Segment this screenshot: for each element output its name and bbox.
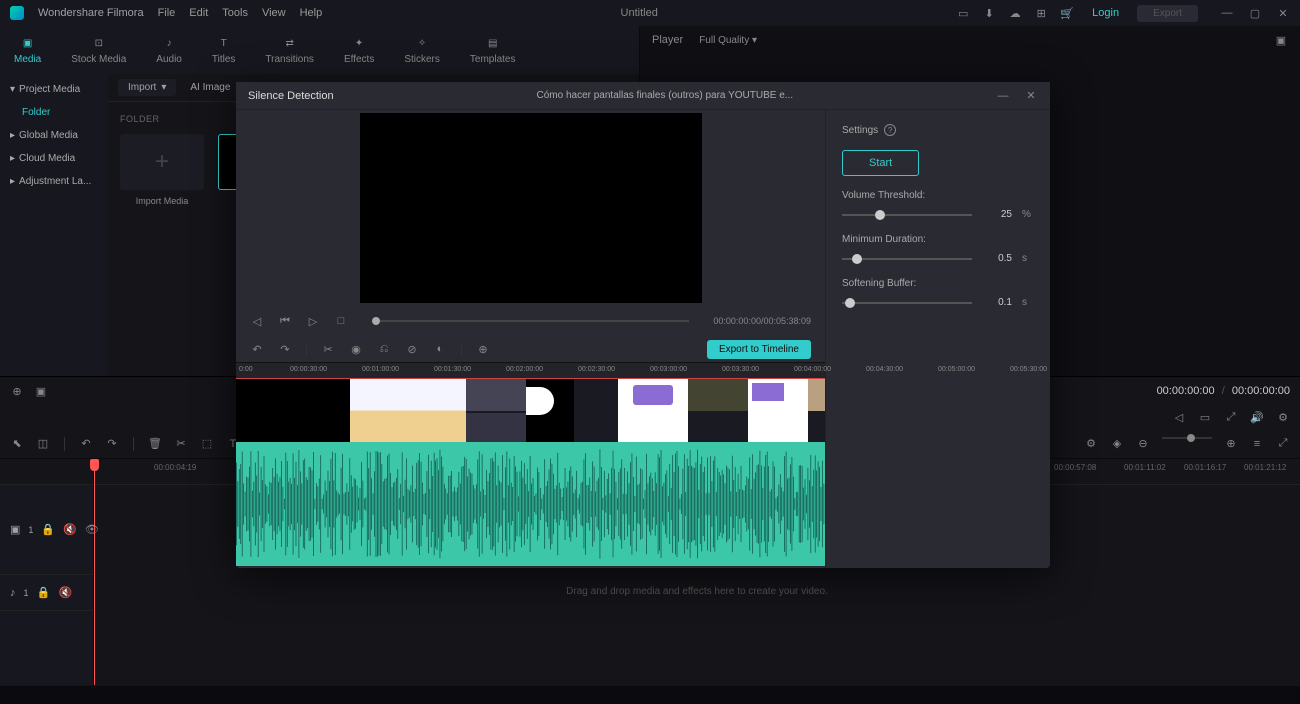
link-icon[interactable]: ⎌ <box>377 342 391 356</box>
settings-label: Settings ? <box>842 124 1034 136</box>
export-to-timeline-button[interactable]: Export to Timeline <box>707 340 811 359</box>
play-icon[interactable]: ▷ <box>306 314 320 328</box>
step-back-icon[interactable]: ⏮ <box>278 314 292 328</box>
dialog-close-icon[interactable]: ✕ <box>1024 89 1038 103</box>
thumbnails-strip[interactable] <box>236 378 825 442</box>
threshold-value[interactable]: 25 <box>982 209 1012 220</box>
add-marker-icon[interactable]: ⊕ <box>476 342 490 356</box>
duration-slider[interactable] <box>842 258 972 260</box>
preview-controls: ◁ ⏮ ▷ □ 00:00:00:00/00:05:38:09 <box>236 306 825 336</box>
progress-bar[interactable] <box>372 320 689 322</box>
cut-icon[interactable]: ✂ <box>321 342 335 356</box>
dialog-minimize-icon[interactable]: — <box>996 89 1010 103</box>
dialog-mask: Silence Detection Cómo hacer pantallas f… <box>0 0 1300 704</box>
silence-detection-dialog: Silence Detection Cómo hacer pantallas f… <box>236 82 1050 568</box>
stop-icon[interactable]: □ <box>334 314 348 328</box>
redo-icon[interactable]: ↷ <box>278 342 292 356</box>
buffer-value[interactable]: 0.1 <box>982 297 1012 308</box>
marker-icon[interactable]: ⊘ <box>405 342 419 356</box>
duration-label: Minimum Duration: <box>842 234 1034 245</box>
start-button[interactable]: Start <box>842 150 919 176</box>
preview-section: ◁ ⏮ ▷ □ 00:00:00:00/00:05:38:09 ↶ ↷ ✂ ◉ … <box>236 110 826 568</box>
hide-icon[interactable]: ◉ <box>349 342 363 356</box>
buffer-slider[interactable] <box>842 302 972 304</box>
duration-value[interactable]: 0.5 <box>982 253 1012 264</box>
dialog-ruler[interactable]: 0:00 00:00:30:00 00:01:00:00 00:01:30:00… <box>236 362 825 378</box>
info-icon[interactable]: ? <box>884 124 896 136</box>
video-preview <box>360 113 702 303</box>
threshold-slider[interactable] <box>842 214 972 216</box>
prev-frame-icon[interactable]: ◁ <box>250 314 264 328</box>
buffer-label: Softening Buffer: <box>842 278 1034 289</box>
dialog-title: Silence Detection <box>248 90 334 102</box>
undo-icon[interactable]: ↶ <box>250 342 264 356</box>
threshold-label: Volume Threshold: <box>842 190 1034 201</box>
tag-icon[interactable]: ◐ <box>433 342 447 356</box>
settings-section: Settings ? Start Volume Threshold: 25 % … <box>826 110 1050 568</box>
waveform[interactable] <box>236 442 825 566</box>
preview-time: 00:00:00:00/00:05:38:09 <box>713 316 811 326</box>
dialog-subtitle: Cómo hacer pantallas finales (outros) pa… <box>334 90 996 101</box>
dialog-header: Silence Detection Cómo hacer pantallas f… <box>236 82 1050 110</box>
